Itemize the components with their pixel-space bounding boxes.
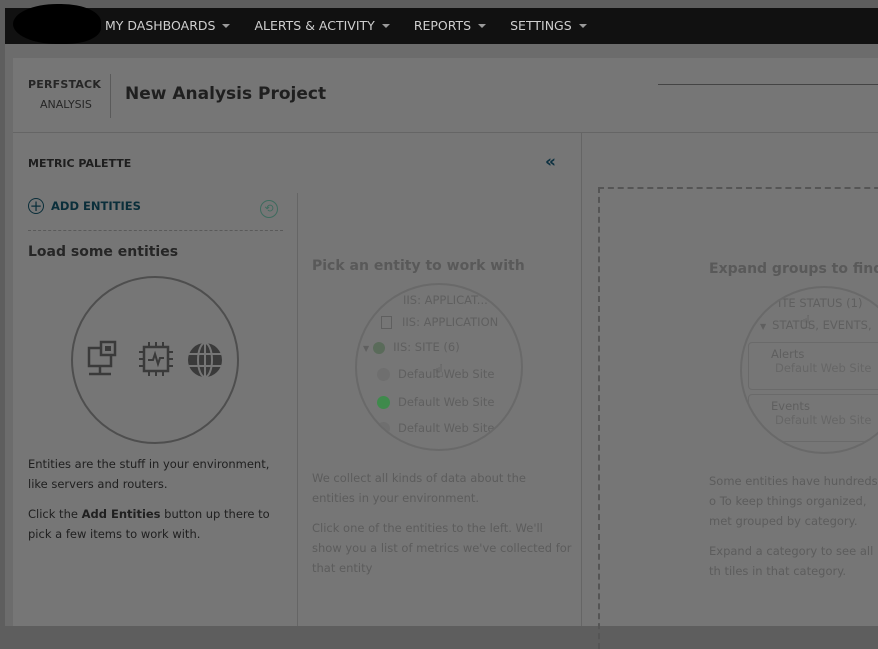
status-dot-icon <box>377 396 390 409</box>
tile-subtitle: Default Web Site <box>775 361 872 375</box>
nav-label: ALERTS & ACTIVITY <box>254 18 375 33</box>
nav-label: MY DASHBOARDS <box>105 18 216 33</box>
illus-row: Default Web Site <box>377 421 494 435</box>
project-title[interactable]: New Analysis Project <box>125 84 326 104</box>
illus-row: Default Web Site <box>377 395 494 409</box>
illus-row-label: Default Web Site <box>398 421 495 435</box>
expand-groups-text: Some entities have hundreds o To keep th… <box>709 474 878 528</box>
add-entities-hint: Click the Add Entities button up there t… <box>28 504 273 544</box>
entities-illustration <box>71 276 239 444</box>
tile-subtitle: Default Web Site <box>775 413 872 427</box>
pick-entity-title: Pick an entity to work with <box>312 258 525 274</box>
illus-row: IIS: APPLICAT... <box>403 293 488 307</box>
palette-divider <box>28 230 283 231</box>
tile-title: Events <box>771 399 810 413</box>
expand-arrow-icon: ▼ <box>363 344 370 353</box>
metric-tile: Alerts Default Web Site <box>748 342 878 390</box>
tile-title: Alerts <box>771 347 805 361</box>
nav-label: SETTINGS <box>510 18 572 33</box>
chip-icon <box>139 342 173 376</box>
status-dot-icon <box>377 368 390 381</box>
caret-down-icon <box>478 24 487 28</box>
expand-groups-hint: Expand a category to see all th tiles in… <box>709 544 874 578</box>
illus-row-label: Default Web Site <box>398 395 495 409</box>
main-nav: MY DASHBOARDS ALERTS & ACTIVITY REPORTS … <box>105 8 611 44</box>
status-dot-icon <box>377 422 390 435</box>
column-divider <box>297 193 298 626</box>
hint-text-bold: Add Entities <box>81 507 161 521</box>
illus-row-label: STATUS, EVENTS, <box>772 318 872 332</box>
collapse-palette-icon[interactable]: « <box>545 152 556 172</box>
hint-text-pre: Click the <box>28 507 82 521</box>
globe-icon <box>373 341 386 354</box>
top-nav-bar: MY DASHBOARDS ALERTS & ACTIVITY REPORTS … <box>5 4 878 44</box>
expand-arrow-icon: ▼ <box>760 322 767 331</box>
illus-row-label: IIS: SITE (6) <box>393 340 460 354</box>
metric-palette-title: METRIC PALETTE <box>28 157 132 170</box>
hand-cursor-icon: ☝ <box>800 312 811 333</box>
plus-circle-icon: + <box>28 197 44 215</box>
caret-down-icon <box>381 24 390 28</box>
nav-alerts-activity[interactable]: ALERTS & ACTIVITY <box>254 8 390 44</box>
header-bottom-border <box>13 132 878 133</box>
analysis-workspace: PERFSTACK ANALYSIS New Analysis Project … <box>13 58 878 649</box>
brand-analysis: ANALYSIS <box>40 98 92 111</box>
load-entities-title: Load some entities <box>28 244 179 260</box>
nav-settings[interactable]: SETTINGS <box>510 8 587 44</box>
server-icon <box>87 340 117 376</box>
add-entities-button[interactable]: + ADD ENTITIES <box>28 198 141 214</box>
caret-down-icon <box>222 24 231 28</box>
illus-row: ▼ IIS: SITE (6) <box>363 340 460 354</box>
app-icon <box>381 316 392 329</box>
column-divider <box>581 132 582 626</box>
pick-entity-text: We collect all kinds of data about the e… <box>312 471 526 505</box>
header-toolbar-line <box>658 84 878 85</box>
globe-icon <box>188 342 222 378</box>
illus-row: IIS: APPLICATION <box>381 315 498 329</box>
main-panel: PERFSTACK ANALYSIS New Analysis Project … <box>5 44 878 649</box>
pick-entity-illustration: IIS: APPLICAT... IIS: APPLICATION ▼ IIS: … <box>355 283 523 451</box>
caret-down-icon <box>578 24 587 28</box>
header-divider <box>110 74 111 118</box>
hand-cursor-icon: ☝ <box>433 361 444 382</box>
add-entities-label: ADD ENTITIES <box>51 199 141 213</box>
pick-entity-hint: Click one of the entities to the left. W… <box>312 521 572 575</box>
expand-groups-title: Expand groups to find <box>709 261 878 277</box>
nav-label: REPORTS <box>413 18 472 33</box>
metric-tile: Events Default Web Site <box>748 394 878 442</box>
entities-description: Entities are the stuff in your environme… <box>28 457 270 491</box>
illus-row: ITE STATUS (1) <box>778 296 863 310</box>
illus-row-label: IIS: APPLICATION <box>402 315 499 329</box>
nav-reports[interactable]: REPORTS <box>413 8 487 44</box>
nav-my-dashboards[interactable]: MY DASHBOARDS <box>105 8 231 44</box>
illus-row: ▼ STATUS, EVENTS, <box>760 318 872 332</box>
illus-row-label: Default Web Site <box>398 367 495 381</box>
refresh-icon[interactable]: ⟲ <box>260 200 278 218</box>
brand-perfstack: PERFSTACK <box>28 78 102 91</box>
logo[interactable] <box>13 4 101 44</box>
